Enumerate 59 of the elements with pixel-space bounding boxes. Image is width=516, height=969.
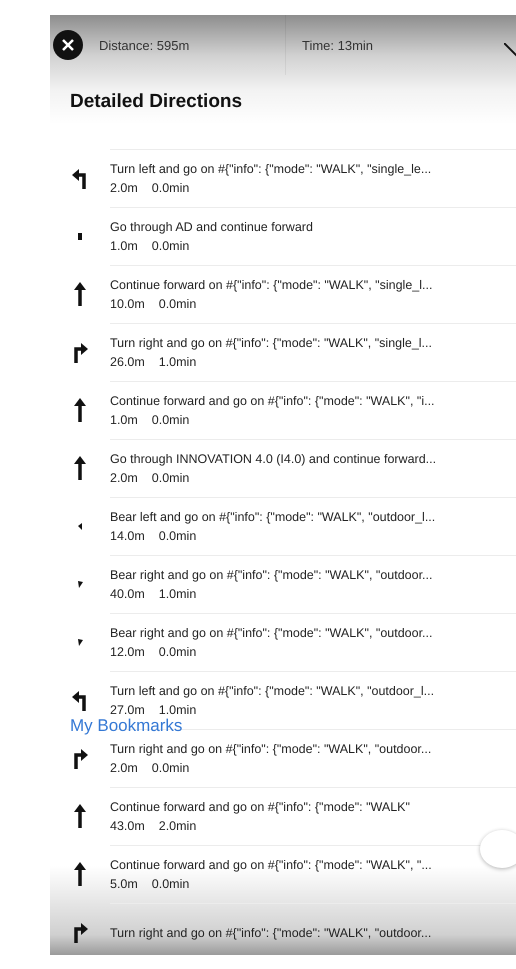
direction-text: Continue forward and go on #{"info": {"mode": "WALK", "... <box>110 858 433 872</box>
close-icon <box>62 39 74 51</box>
direction-text: Go through AD and continue forward <box>110 220 314 234</box>
step-duration: 0.0min <box>152 239 190 253</box>
step-duration: 0.0min <box>152 761 190 775</box>
direction-text: Bear right and go on #{"info": {"mode": "WALK", "outdoor... <box>110 626 434 640</box>
direction-text: Turn right and go on #{"info": {"mode": "WALK", "outdoor... <box>110 926 432 940</box>
direction-text: Turn right and go on #{"info": {"mode": "WALK", "single_l... <box>110 336 433 350</box>
small-right-arrow-icon <box>78 580 82 588</box>
step-duration: 0.0min <box>152 181 190 195</box>
step-distance: 1.0m <box>110 413 138 427</box>
direction-text: Turn right and go on #{"info": {"mode": "WALK", "outdoor... <box>110 742 432 756</box>
small-right-arrow-icon <box>78 638 82 646</box>
step-distance: 14.0m <box>110 529 145 543</box>
step-duration: 1.0min <box>158 703 196 717</box>
step-distance: 2.0m <box>110 181 138 195</box>
step-distance: 27.0m <box>110 703 145 717</box>
step-duration: 0.0min <box>152 413 190 427</box>
step-duration: 0.0min <box>152 471 190 485</box>
step-duration: 0.0min <box>152 877 190 891</box>
step-distance: 2.0m <box>110 761 138 775</box>
step-duration: 2.0min <box>158 819 196 833</box>
direction-text: Bear right and go on #{"info": {"mode": "WALK", "outdoor... <box>110 568 434 582</box>
turn-left-icon <box>72 688 88 712</box>
section-title: Detailed Directions <box>70 91 244 113</box>
small-left-arrow-icon <box>78 522 82 530</box>
distance-label: Distance: 595m <box>99 38 190 52</box>
step-duration: 0.0min <box>158 645 196 659</box>
direction-text: Turn left and go on #{"info": {"mode": "WALK", "outdoor_l... <box>110 684 436 698</box>
close-button[interactable] <box>53 30 83 60</box>
direction-text: Continue forward and go on #{"info": {"mode": "WALK" <box>110 800 411 814</box>
step-distance: 40.0m <box>110 587 145 601</box>
time-label: Time: 13min <box>302 38 374 52</box>
step-duration: 1.0min <box>158 587 196 601</box>
direction-text: Continue forward and go on #{"info": {"mode": "WALK", "i... <box>110 394 436 408</box>
up-arrow-icon <box>74 804 86 828</box>
direction-text: Go through INNOVATION 4.0 (I4.0) and continue forward... <box>110 452 438 466</box>
step-duration: 1.0min <box>158 355 196 369</box>
step-distance: 43.0m <box>110 819 145 833</box>
direction-text: Turn left and go on #{"info": {"mode": "WALK", "single_le... <box>110 162 432 176</box>
step-distance: 12.0m <box>110 645 145 659</box>
turn-right-icon <box>72 920 88 944</box>
step-distance: 26.0m <box>110 355 145 369</box>
step-distance: 1.0m <box>110 239 138 253</box>
up-arrow-icon <box>74 282 86 306</box>
step-distance: 10.0m <box>110 297 145 311</box>
direction-text: Continue forward on #{"info": {"mode": "WALK", "single_l... <box>110 278 434 292</box>
step-distance: 2.0m <box>110 471 138 485</box>
step-distance: 5.0m <box>110 877 138 891</box>
direction-text: Bear left and go on #{"info": {"mode": "WALK", "outdoor_l... <box>110 510 436 524</box>
up-arrow-icon <box>74 862 86 886</box>
turn-left-icon <box>72 166 88 190</box>
step-duration: 0.0min <box>158 529 196 543</box>
turn-right-icon <box>72 746 88 770</box>
step-duration: 0.0min <box>158 297 196 311</box>
turn-right-icon <box>72 340 88 364</box>
bookmarks-link[interactable]: My Bookmarks <box>70 716 182 736</box>
up-arrow-icon <box>74 398 86 422</box>
up-arrow-icon <box>74 456 86 480</box>
